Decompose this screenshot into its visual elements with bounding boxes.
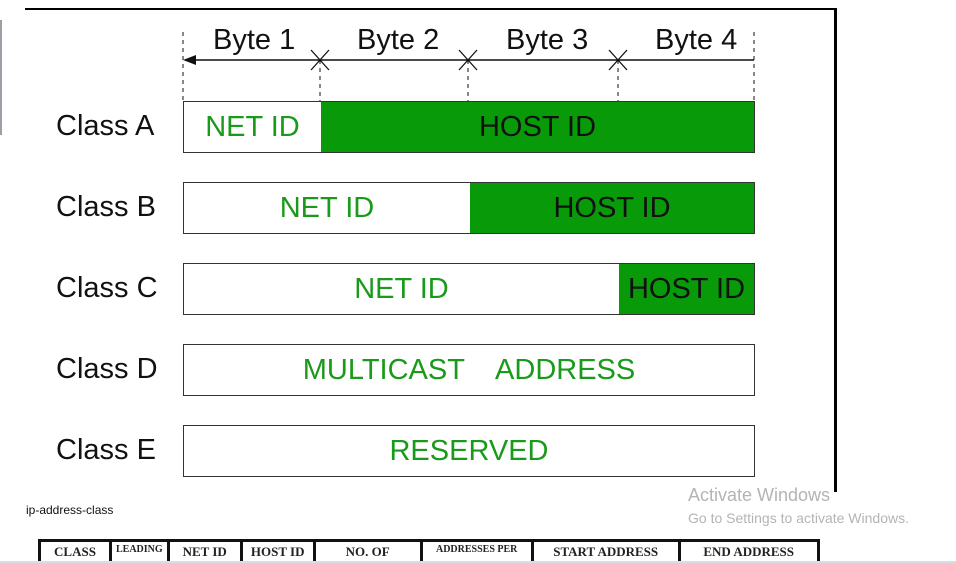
byte-ruler (182, 32, 755, 102)
table-header-cell: ADDRESSES PER (419, 539, 534, 563)
byte-3-label: Byte 3 (506, 24, 589, 56)
net-id-segment: NET ID (184, 183, 470, 233)
host-id-segment: HOST ID (321, 102, 754, 152)
net-id-segment: NET ID (184, 102, 321, 152)
class-d-row: MULTICAST ADDRESS (183, 344, 755, 396)
class-b-row: NET ID HOST ID (183, 182, 755, 234)
table-header-row: CLASS LEADING NET ID HOST ID NO. OF ADDR… (38, 539, 820, 563)
multicast-address-segment: MULTICAST ADDRESS (184, 345, 754, 395)
byte-4-label: Byte 4 (655, 24, 738, 56)
table-header-cell: NET ID (166, 539, 243, 563)
ip-class-diagram: Byte 1 Byte 2 Byte 3 Byte 4 Class A NET … (0, 0, 956, 500)
reserved-segment: RESERVED (184, 426, 754, 476)
arrow-left-icon (183, 55, 196, 65)
ip-class-table-partial: CLASS LEADING NET ID HOST ID NO. OF ADDR… (38, 539, 826, 563)
class-d-label: Class D (56, 353, 158, 385)
class-a-label: Class A (56, 110, 155, 142)
activate-windows-subtitle: Go to Settings to activate Windows. (688, 510, 909, 526)
activate-windows-title: Activate Windows (688, 485, 831, 505)
table-header-cell: LEADING (109, 539, 170, 563)
table-header-cell: END ADDRESS (677, 539, 820, 563)
class-c-label: Class C (56, 272, 158, 304)
ip-class-table: CLASS LEADING NET ID HOST ID NO. OF ADDR… (38, 539, 820, 563)
table-header-cell: START ADDRESS (530, 539, 681, 563)
net-id-segment: NET ID (184, 264, 619, 314)
class-c-row: NET ID HOST ID (183, 263, 755, 315)
byte-1-label: Byte 1 (213, 24, 296, 56)
byte-2-label: Byte 2 (357, 24, 440, 56)
table-header-cell: HOST ID (239, 539, 316, 563)
class-e-label: Class E (56, 434, 156, 466)
class-a-row: NET ID HOST ID (183, 101, 755, 153)
image-caption: ip-address-class (26, 503, 114, 517)
host-id-segment: HOST ID (470, 183, 754, 233)
host-id-segment: HOST ID (619, 264, 754, 314)
table-header-cell: CLASS (38, 539, 112, 563)
page-frame: Byte 1 Byte 2 Byte 3 Byte 4 Class A NET … (0, 0, 956, 563)
class-e-row: RESERVED (183, 425, 755, 477)
table-header-cell: NO. OF (312, 539, 423, 563)
class-b-label: Class B (56, 191, 156, 223)
